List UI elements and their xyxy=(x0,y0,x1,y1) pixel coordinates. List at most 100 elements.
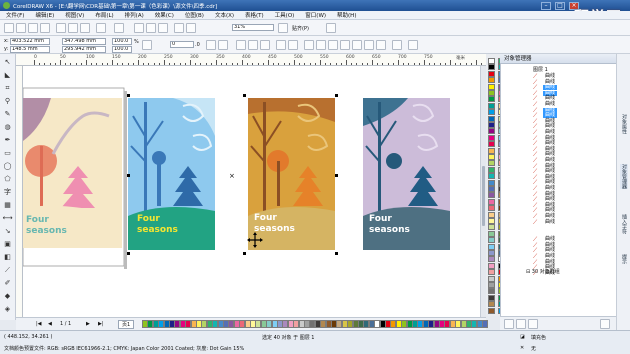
menu-arrange[interactable]: 排列(A) xyxy=(125,11,144,19)
ellipse-tool-icon[interactable]: ◯ xyxy=(2,161,13,171)
palette-swatch[interactable] xyxy=(488,122,495,128)
trim-icon[interactable] xyxy=(316,40,326,50)
rotation-angle-field[interactable]: 0 xyxy=(170,41,194,48)
eyedropper-tool-icon[interactable]: ⟋ xyxy=(2,265,13,275)
object-list-item[interactable]: 曲线 xyxy=(543,219,557,225)
palette-swatch[interactable] xyxy=(488,102,495,109)
palette-swatch[interactable] xyxy=(488,198,495,205)
group-icon[interactable] xyxy=(236,40,246,50)
open-folder-icon[interactable] xyxy=(16,23,26,33)
palette-swatch[interactable] xyxy=(488,83,495,90)
group-node[interactable]: ⊟ 30 对象群组 xyxy=(526,268,560,275)
palette-swatch[interactable] xyxy=(488,64,495,71)
menu-text[interactable]: 文本(X) xyxy=(215,11,234,19)
layer-header[interactable]: 图层 1 xyxy=(533,66,548,73)
menu-layout[interactable]: 布局(L) xyxy=(95,11,113,19)
palette-swatch[interactable] xyxy=(488,58,495,64)
combine-icon[interactable] xyxy=(276,40,286,50)
ungroup-icon[interactable] xyxy=(248,40,258,50)
freehand-tool-icon[interactable]: ✎ xyxy=(2,109,13,119)
outline-pen-icon[interactable]: ✐ xyxy=(2,278,13,288)
color-profile-info[interactable]: 文档颜色预置文件: RGB: sRGB IEC61966-2.1; CMYK: … xyxy=(4,345,244,352)
palette-swatch[interactable] xyxy=(488,77,495,84)
drawing-canvas[interactable]: Four seasons Four seasons Four seasons F… xyxy=(23,66,480,317)
redo-icon[interactable] xyxy=(114,23,124,33)
search-content-icon[interactable] xyxy=(134,23,144,33)
palette-swatch[interactable] xyxy=(488,141,495,148)
shape-tool-icon[interactable]: ◣ xyxy=(2,70,13,80)
back-minus-front-icon[interactable] xyxy=(364,40,374,50)
palette-swatch[interactable] xyxy=(488,186,495,192)
scale-y-field[interactable]: 100.0 xyxy=(112,46,132,53)
lock-ratio-icon[interactable] xyxy=(142,40,152,50)
import-icon[interactable] xyxy=(146,23,156,33)
palette-swatch[interactable] xyxy=(488,256,495,263)
intersect-icon[interactable] xyxy=(328,40,338,50)
palette-swatch[interactable] xyxy=(488,115,495,122)
mirror-horizontal-icon[interactable] xyxy=(206,40,216,50)
align-distribute-icon[interactable] xyxy=(392,40,402,50)
tab-object-manager[interactable]: 对象管理器 xyxy=(620,164,628,189)
ungroup-all-icon[interactable] xyxy=(260,40,270,50)
mirror-vertical-icon[interactable] xyxy=(218,40,228,50)
palette-swatch[interactable] xyxy=(488,205,495,212)
palette-swatch[interactable] xyxy=(488,282,495,288)
y-position-field[interactable]: 148.5 mm xyxy=(10,46,50,53)
artistic-media-icon[interactable]: ✒ xyxy=(2,135,13,145)
connector-tool-icon[interactable]: ↘ xyxy=(2,226,13,236)
front-minus-back-icon[interactable] xyxy=(352,40,362,50)
palette-swatch[interactable] xyxy=(488,288,495,295)
rectangle-tool-icon[interactable]: ▭ xyxy=(2,148,13,158)
menu-tools[interactable]: 工具(O) xyxy=(275,11,295,19)
simplify-icon[interactable] xyxy=(340,40,350,50)
palette-swatch[interactable] xyxy=(488,301,495,308)
interactive-effects-icon[interactable]: ▣ xyxy=(2,239,13,249)
new-layer-icon[interactable] xyxy=(504,319,514,329)
palette-swatch[interactable] xyxy=(488,109,495,116)
palette-swatch[interactable] xyxy=(488,166,495,173)
copy-icon[interactable] xyxy=(68,23,78,33)
weld-icon[interactable] xyxy=(304,40,314,50)
palette-swatch[interactable] xyxy=(488,269,495,276)
cut-icon[interactable] xyxy=(56,23,66,33)
export-icon[interactable] xyxy=(158,23,168,33)
palette-swatch[interactable] xyxy=(488,294,495,301)
fill-indicator-icon[interactable]: ◪ xyxy=(520,334,525,340)
wrap-text-icon[interactable] xyxy=(408,40,418,50)
palette-swatch[interactable] xyxy=(488,237,495,244)
zoom-level-dropdown[interactable]: 31% xyxy=(232,24,274,31)
palette-swatch[interactable] xyxy=(488,173,495,180)
menu-help[interactable]: 帮助(H) xyxy=(337,11,356,19)
zoom-tool-icon[interactable]: ⚲ xyxy=(2,96,13,106)
height-field[interactable]: 295.942 mm xyxy=(62,46,106,53)
palette-swatch[interactable] xyxy=(488,128,495,135)
snap-to-dropdown[interactable]: 贴齐(P) xyxy=(292,25,309,32)
palette-swatch[interactable] xyxy=(488,147,495,154)
palette-swatch[interactable] xyxy=(488,96,495,103)
create-boundary-icon[interactable] xyxy=(376,40,386,50)
menu-table[interactable]: 表格(T) xyxy=(245,11,264,19)
application-launcher-icon[interactable] xyxy=(174,23,184,33)
document-palette-horizontal[interactable] xyxy=(24,320,489,329)
break-apart-icon[interactable] xyxy=(288,40,298,50)
palette-swatch[interactable] xyxy=(488,134,495,141)
palette-swatch[interactable] xyxy=(488,230,495,237)
menu-window[interactable]: 窗口(W) xyxy=(305,11,326,19)
palette-swatch[interactable] xyxy=(488,262,495,269)
palette-swatch[interactable] xyxy=(488,154,495,160)
options-icon[interactable] xyxy=(326,23,336,33)
scale-x-field[interactable]: 100.0 xyxy=(112,38,132,45)
width-field[interactable]: 347.498 mm xyxy=(62,38,106,45)
horizontal-ruler[interactable]: 0 50 100 150 200 250 300 350 400 450 500… xyxy=(16,54,486,66)
text-tool-icon[interactable]: 字 xyxy=(2,187,13,197)
table-tool-icon[interactable]: ▦ xyxy=(2,200,13,210)
palette-swatch[interactable] xyxy=(482,320,489,328)
menu-file[interactable]: 文件(F) xyxy=(6,11,24,19)
polygon-tool-icon[interactable]: ⬠ xyxy=(2,174,13,184)
paste-icon[interactable] xyxy=(80,23,90,33)
save-icon[interactable] xyxy=(28,23,38,33)
full-screen-icon[interactable] xyxy=(278,23,288,33)
palette-swatch[interactable] xyxy=(488,307,495,314)
palette-swatch[interactable] xyxy=(488,179,495,186)
dimension-tool-icon[interactable]: ⟷ xyxy=(2,213,13,223)
